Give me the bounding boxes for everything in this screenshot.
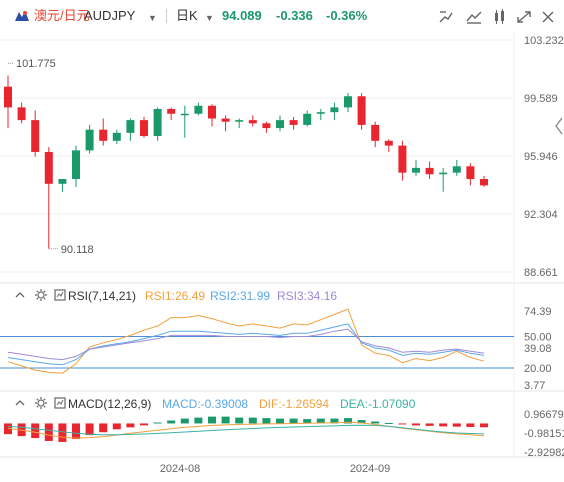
candle-body <box>439 172 448 175</box>
macd-bar <box>384 422 393 424</box>
rsi1-value: RSI1:26.49 <box>145 289 206 303</box>
candle-body <box>194 105 203 114</box>
candle-body <box>452 166 461 173</box>
y-tick-label: 20.00 <box>524 363 552 375</box>
candle-body <box>72 150 80 180</box>
macd-bar <box>153 422 162 424</box>
macd-bar <box>466 423 475 427</box>
macd-bar <box>425 423 434 426</box>
macd-bar <box>126 423 135 428</box>
macd-bar <box>44 423 53 441</box>
candle-body <box>466 166 475 180</box>
candle-body <box>31 120 40 152</box>
y-tick-label: -2.92982 <box>524 447 564 459</box>
dif-value: DIF:-1.26594 <box>259 397 330 411</box>
candle-body <box>17 107 26 121</box>
candle-body <box>303 113 312 125</box>
y-tick-label: 95.946 <box>524 151 558 163</box>
macd-bar <box>221 416 230 424</box>
y-tick-label: 88.661 <box>524 267 558 279</box>
low-annotation: 90.118 <box>61 244 94 256</box>
y-tick-label: 99.589 <box>524 93 558 105</box>
candle-body <box>235 120 244 122</box>
high-annotation: 101.775 <box>16 58 56 70</box>
candle-body <box>480 179 488 186</box>
rsi-line-2 <box>7 323 485 366</box>
macd-bar <box>439 423 448 427</box>
y-tick-label: 3.77 <box>524 380 545 392</box>
macd-bar <box>140 423 148 426</box>
indicator-box-icon[interactable] <box>54 397 66 409</box>
macd-bar <box>112 423 121 430</box>
candle-body <box>4 86 12 108</box>
macd-label: MACD(12,26,9) <box>68 397 152 411</box>
candle-body <box>289 120 298 125</box>
x-tick-label: 2024-08 <box>160 463 200 475</box>
candle-body <box>330 107 339 113</box>
indicator-box-icon[interactable] <box>54 289 66 301</box>
candle-body <box>357 96 366 125</box>
macd-bar <box>398 423 407 425</box>
candle-body <box>276 120 284 129</box>
macd-bar <box>208 416 216 424</box>
macd-bar <box>194 417 203 424</box>
y-tick-label: 92.304 <box>524 209 558 221</box>
macd-bar <box>167 420 176 424</box>
candle-body <box>316 112 325 114</box>
candle-body <box>344 96 352 108</box>
macd-bar <box>248 417 257 424</box>
macd-bar <box>371 421 380 424</box>
macd-bar <box>480 423 488 428</box>
x-tick-label: 2024-09 <box>350 463 390 475</box>
rsi3-value: RSI3:34.16 <box>277 289 338 303</box>
candle-body <box>126 120 135 133</box>
macd-bar <box>31 423 40 439</box>
macd-bar <box>276 418 284 424</box>
macd-bar <box>452 423 461 427</box>
dea-value: DEA:-1.07090 <box>340 397 416 411</box>
y-tick-label: 50.00 <box>524 331 552 343</box>
y-tick-label: 103.232 <box>524 35 564 47</box>
settings-icon[interactable] <box>34 396 48 410</box>
candle-body <box>425 167 434 175</box>
candle-body <box>221 118 230 122</box>
rsi2-value: RSI2:31.99 <box>210 289 271 303</box>
macd-bar <box>58 423 67 442</box>
y-tick-label: 74.39 <box>524 306 552 318</box>
candle-body <box>262 123 271 129</box>
candle-body <box>208 105 216 119</box>
candle-body <box>44 151 53 184</box>
settings-icon[interactable] <box>34 288 48 302</box>
candle-body <box>112 132 121 141</box>
macd-bar <box>99 423 108 433</box>
macd-bar <box>85 423 94 436</box>
macd-value: MACD:-0.39008 <box>162 397 249 411</box>
y-tick-label: -0.98151 <box>524 428 564 440</box>
candle-body <box>58 179 67 184</box>
macd-bar <box>262 418 271 424</box>
candle-body <box>153 108 162 137</box>
collapse-icon[interactable] <box>14 289 26 301</box>
candle-body <box>371 124 380 141</box>
candle-body <box>248 120 257 124</box>
y-tick-label: 0.96679 <box>524 409 564 421</box>
candle-body <box>85 129 94 151</box>
rsi-label: RSI(7,14,21) <box>68 289 137 303</box>
candle-body <box>180 113 189 116</box>
macd-bar <box>235 417 244 424</box>
candle-body <box>140 120 148 137</box>
candle-body <box>384 140 393 146</box>
candle-body <box>99 129 108 141</box>
rsi-line-1 <box>7 308 485 374</box>
candle-body <box>167 108 176 114</box>
macd-bar <box>72 423 80 440</box>
macd-bar <box>289 418 298 424</box>
collapse-icon[interactable] <box>14 397 26 409</box>
macd-bar <box>180 418 189 424</box>
y-tick-label: 39.08 <box>524 343 552 355</box>
candle-body <box>398 145 407 173</box>
macd-bar <box>412 423 420 426</box>
candle-body <box>412 167 420 173</box>
collapse-right-icon <box>555 117 563 135</box>
